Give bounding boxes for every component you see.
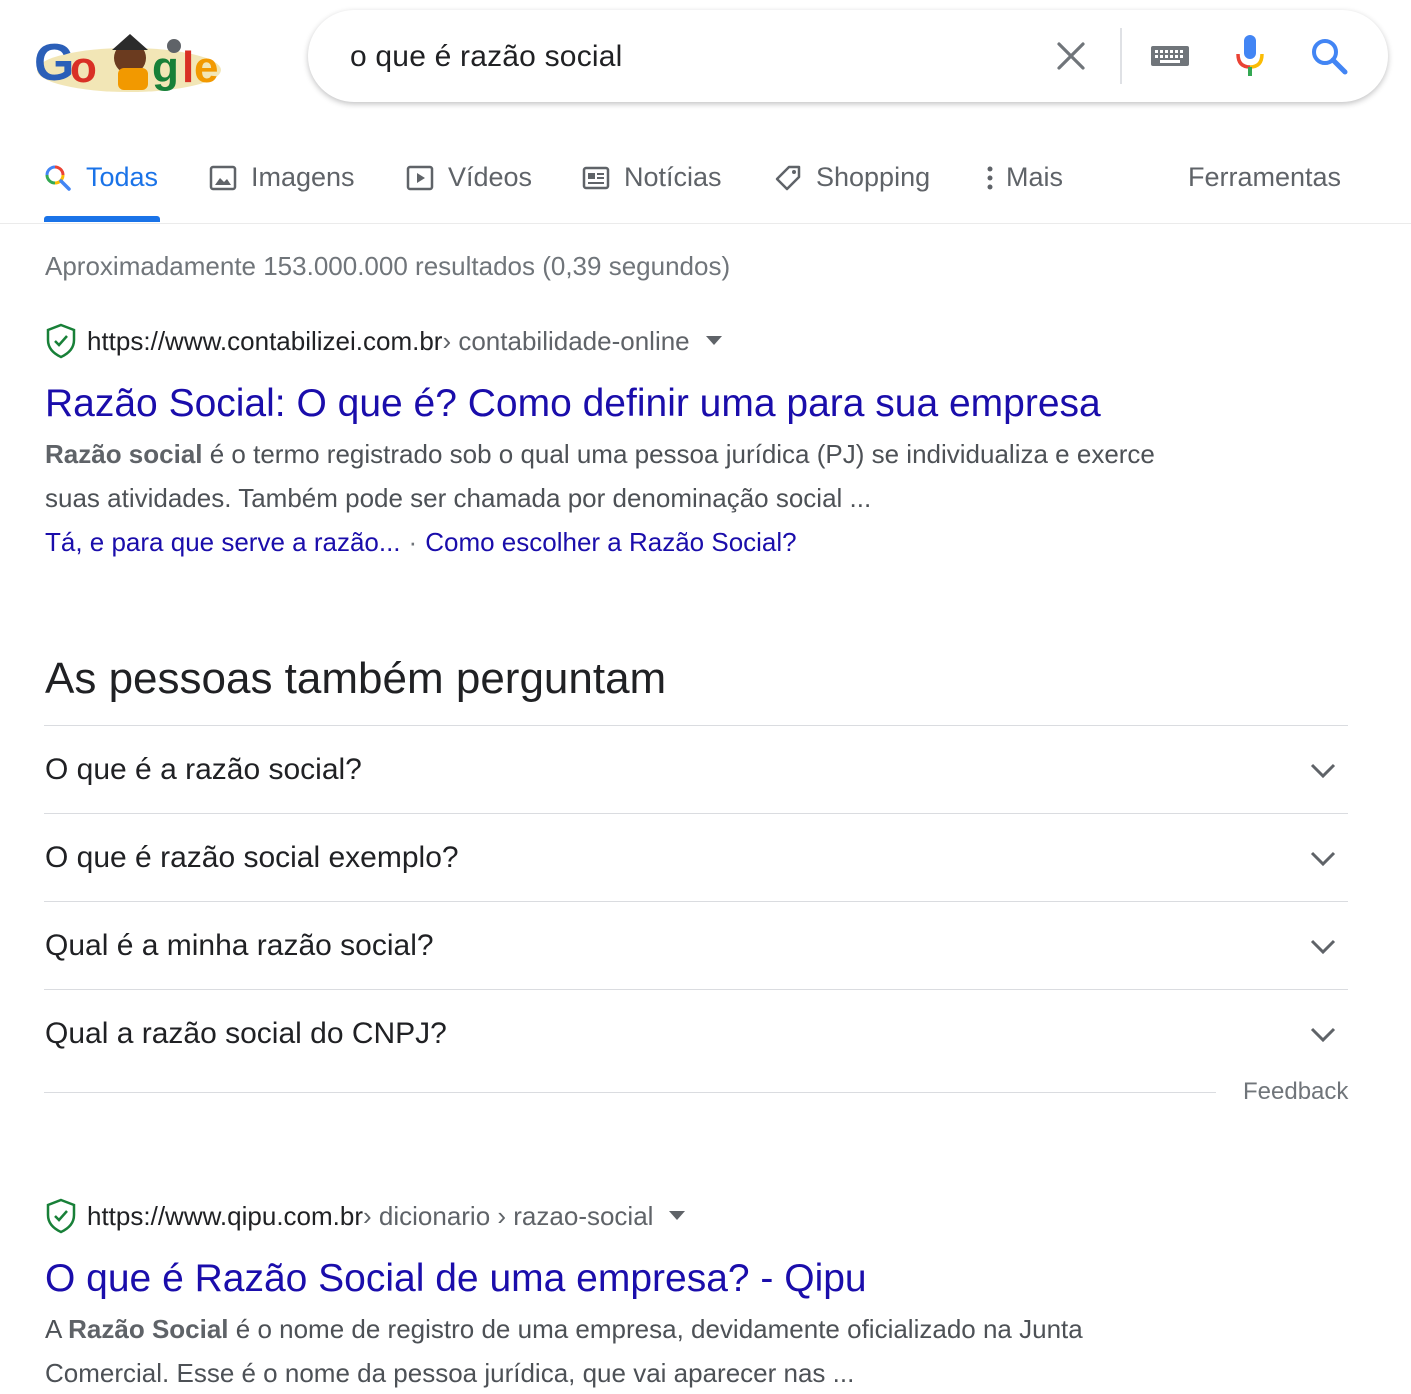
snippet-bold: Razão Social (68, 1314, 229, 1344)
paa-question[interactable]: Qual é a minha razão social? (44, 901, 1348, 989)
paa-question-text: Qual é a minha razão social? (45, 928, 434, 962)
svg-text:o: o (70, 43, 97, 92)
tools-button[interactable]: Ferramentas (1188, 162, 1341, 193)
tab-label: Shopping (816, 162, 931, 192)
search-input[interactable]: o que é razão social (350, 40, 623, 74)
tab-label: Todas (86, 162, 159, 192)
result-stats: Aproximadamente 153.000.000 resultados (… (45, 251, 731, 281)
people-also-ask-title: As pessoas também perguntam (45, 654, 667, 703)
snippet-text: é o nome de registro de uma empresa, dev… (228, 1314, 1083, 1344)
secure-shield-icon (45, 323, 77, 359)
snippet-bold: Razão social (45, 439, 203, 469)
result-title-link[interactable]: Razão Social: O que é? Como definir uma … (45, 382, 1101, 426)
tab-label: Vídeos (448, 162, 533, 192)
google-doodle-logo[interactable]: G o g l e (34, 28, 224, 94)
result-title-link[interactable]: O que é Razão Social de uma empresa? - Q… (45, 1257, 867, 1301)
caret-down-icon[interactable] (669, 1211, 686, 1221)
caret-down-icon[interactable] (705, 336, 722, 346)
chevron-down-icon[interactable] (1310, 929, 1336, 963)
feedback-divider (44, 1092, 1216, 1093)
tab-label: Mais (1006, 162, 1064, 192)
search-icon (44, 164, 72, 192)
tab-videos[interactable]: Vídeos (406, 162, 532, 193)
chevron-down-icon[interactable] (1310, 841, 1336, 875)
clear-search-icon[interactable] (1048, 10, 1094, 102)
result-url[interactable]: https://www.qipu.com.br › dicionario › r… (45, 1198, 686, 1234)
result-snippet: A Razão Social é o nome de registro de u… (45, 1307, 1275, 1394)
tab-label: Notícias (624, 162, 722, 192)
snippet-text: A (45, 1314, 69, 1344)
tools-label: Ferramentas (1188, 162, 1342, 192)
feedback-link[interactable]: Feedback (1243, 1078, 1348, 1106)
snippet-text: Comercial. Esse é o nome da pessoa juríd… (45, 1358, 855, 1388)
chevron-down-icon[interactable] (1310, 753, 1336, 787)
svg-text:e: e (194, 43, 218, 92)
result-site: https://www.qipu.com.br (87, 1200, 363, 1231)
tab-shopping[interactable]: Shopping (774, 162, 930, 193)
search-divider (1120, 28, 1122, 84)
tab-noticias[interactable]: Notícias (582, 162, 722, 193)
result-breadcrumbs: › dicionario › razao-social (363, 1200, 654, 1231)
svg-text:G: G (34, 34, 74, 92)
image-icon (209, 164, 237, 192)
more-vert-icon (984, 164, 996, 192)
tab-label: Imagens (251, 162, 355, 192)
secure-shield-icon (45, 1198, 77, 1234)
snippet-text: é o termo registrado sob o qual uma pess… (202, 439, 1155, 469)
paa-question-text: O que é a razão social? (45, 752, 362, 786)
paa-question-text: Qual a razão social do CNPJ? (45, 1016, 447, 1050)
search-box[interactable]: o que é razão social (308, 10, 1388, 102)
tag-icon (774, 164, 802, 192)
chevron-down-icon[interactable] (1310, 1017, 1336, 1051)
snippet-text: suas atividades. Também pode ser chamada… (45, 483, 872, 513)
sitelink[interactable]: Como escolher a Razão Social? (425, 527, 796, 557)
paa-question[interactable]: O que é razão social exemplo? (44, 813, 1348, 901)
result-sitelinks: Tá, e para que serve a razão... · Como esc… (45, 527, 797, 558)
people-also-ask-list: O que é a razão social? O que é razão so… (44, 725, 1348, 1077)
search-tabs: Todas Imagens Vídeos Notícias Shopping M… (0, 150, 1411, 224)
svg-text:l: l (182, 43, 194, 92)
paa-question[interactable]: O que é a razão social? (44, 725, 1348, 813)
result-site: https://www.contabilizei.com.br (87, 325, 443, 356)
search-icon[interactable] (1306, 10, 1352, 102)
tab-imagens[interactable]: Imagens (209, 162, 355, 193)
tab-todas[interactable]: Todas (44, 162, 158, 193)
result-snippet: Razão social é o termo registrado sob o … (45, 432, 1275, 520)
paa-question-text: O que é razão social exemplo? (45, 840, 459, 874)
result-url[interactable]: https://www.contabilizei.com.br › contab… (45, 323, 722, 359)
keyboard-icon[interactable] (1148, 10, 1192, 102)
video-icon (406, 164, 434, 192)
news-icon (582, 164, 610, 192)
result-breadcrumbs: › contabilidade-online (442, 325, 690, 356)
sitelink-separator: · (408, 527, 418, 557)
sitelink[interactable]: Tá, e para que serve a razão... (45, 527, 401, 557)
paa-question[interactable]: Qual a razão social do CNPJ? (44, 989, 1348, 1077)
active-tab-indicator (44, 216, 160, 222)
tab-mais[interactable]: Mais (984, 162, 1063, 193)
microphone-icon[interactable] (1232, 10, 1268, 102)
